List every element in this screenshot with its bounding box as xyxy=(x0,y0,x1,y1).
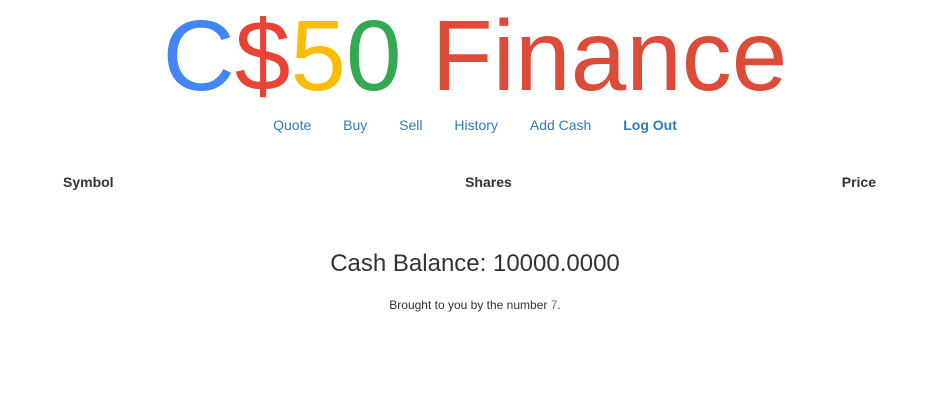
column-header-price: Price xyxy=(841,174,876,190)
nav-logout-link[interactable]: Log Out xyxy=(623,114,677,136)
column-header-shares: Shares xyxy=(465,174,512,190)
footer-text: Brought to you by the number xyxy=(389,298,551,312)
nav-buy-link[interactable]: Buy xyxy=(343,114,367,136)
footer-suffix: . xyxy=(557,298,561,312)
logo-letter-0: 0 xyxy=(346,0,402,112)
table-header-row: Symbol Shares Price xyxy=(50,170,900,194)
logo-word-finance: Finance xyxy=(431,0,788,112)
logo-letter-c: C xyxy=(162,0,235,112)
portfolio-table-header: Symbol Shares Price xyxy=(50,170,900,194)
cash-balance: Cash Balance: 10000.0000 xyxy=(330,250,620,277)
nav-quote-link[interactable]: Quote xyxy=(273,114,311,136)
nav-history-link[interactable]: History xyxy=(454,114,498,136)
site-logo[interactable]: C$50 Finance xyxy=(0,2,950,110)
logo-letter-dollar: $ xyxy=(234,0,291,112)
main-nav: Quote Buy Sell History Add Cash Log Out xyxy=(0,114,950,136)
nav-sell-link[interactable]: Sell xyxy=(399,114,422,136)
column-header-symbol: Symbol xyxy=(63,174,114,190)
logo-letter-5: 5 xyxy=(290,0,347,112)
nav-add-cash-link[interactable]: Add Cash xyxy=(530,114,591,136)
footer: Brought to you by the number 7. xyxy=(0,296,950,314)
portfolio-table: Symbol Shares Price xyxy=(50,170,900,194)
